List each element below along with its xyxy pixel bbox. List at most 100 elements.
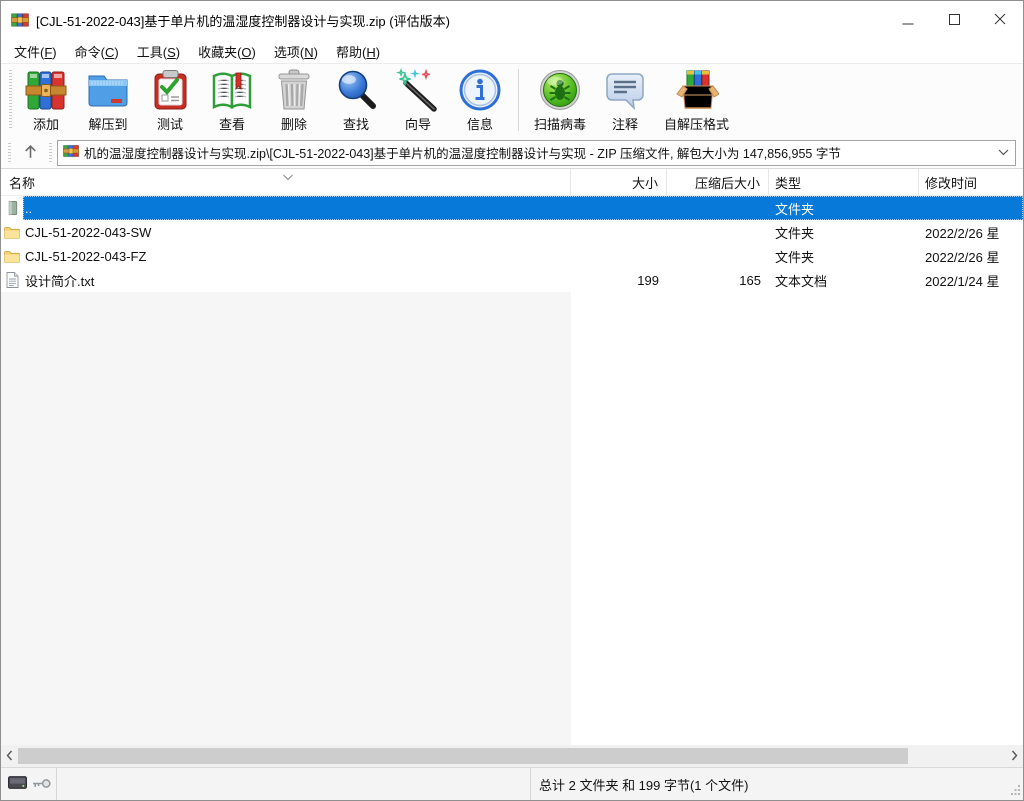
drive-icon xyxy=(7,776,27,792)
file-name: 设计简介.txt xyxy=(25,273,95,289)
file-list: .. 文件夹 CJL-51-2022-043-SW 文件夹 2022/2/26 … xyxy=(1,196,1023,745)
sort-indicator-icon xyxy=(282,169,294,184)
list-empty-right-panel xyxy=(571,292,1023,745)
archive-path-text: 机的温湿度控制器设计与实现.zip\[CJL-51-2022-043]基于单片机… xyxy=(84,147,841,161)
find-icon xyxy=(333,67,379,113)
scroll-left-icon xyxy=(6,749,13,764)
menu-tools[interactable]: 工具(S) xyxy=(128,40,189,63)
header-packed[interactable]: 压缩后大小 xyxy=(667,169,769,195)
status-icons xyxy=(1,768,57,800)
file-type: 文件夹 xyxy=(775,225,815,241)
list-empty-area xyxy=(1,292,1023,745)
view-button[interactable]: 查看 xyxy=(201,64,263,133)
add-icon xyxy=(23,67,69,113)
winrar-icon xyxy=(11,12,29,28)
file-size: 199 xyxy=(637,272,659,288)
info-button[interactable]: 信息 xyxy=(449,64,511,133)
header-size[interactable]: 大小 xyxy=(571,169,667,195)
info-icon xyxy=(457,67,503,113)
extract-label: 解压到 xyxy=(88,117,128,132)
wizard-icon xyxy=(395,67,441,113)
delete-icon xyxy=(271,67,317,113)
status-middle-section xyxy=(57,768,531,800)
file-modified: 2022/1/24 星 xyxy=(925,273,1000,289)
scroll-right-icon xyxy=(1011,749,1018,764)
file-name: .. xyxy=(25,200,33,216)
find-button[interactable]: 查找 xyxy=(325,64,387,133)
status-summary: 总计 2 文件夹 和 199 字节(1 个文件) xyxy=(539,777,749,793)
test-button[interactable]: 测试 xyxy=(139,64,201,133)
virus-scan-button[interactable]: 扫描病毒 xyxy=(526,64,594,133)
extract-button[interactable]: 解压到 xyxy=(77,64,139,133)
view-icon xyxy=(209,67,255,113)
menu-commands[interactable]: 命令(C) xyxy=(66,40,128,63)
info-label: 信息 xyxy=(466,117,493,132)
key-icon xyxy=(32,777,51,792)
toolbar-grip xyxy=(9,70,12,128)
file-packed: 165 xyxy=(739,272,761,288)
text-file-icon xyxy=(1,272,23,288)
address-row: 机的温湿度控制器设计与实现.zip\[CJL-51-2022-043]基于单片机… xyxy=(1,137,1023,169)
close-button[interactable] xyxy=(977,1,1023,39)
file-type: 文件夹 xyxy=(775,249,815,265)
row-folder-fz[interactable]: CJL-51-2022-043-FZ 文件夹 2022/2/26 星 xyxy=(1,244,1023,268)
file-modified: 2022/2/26 星 xyxy=(925,225,1000,241)
row-parent-dir[interactable]: .. 文件夹 xyxy=(1,196,1023,220)
status-bar: 总计 2 文件夹 和 199 字节(1 个文件) xyxy=(1,767,1023,800)
wizard-button[interactable]: 向导 xyxy=(387,64,449,133)
view-label: 查看 xyxy=(218,117,245,132)
scroll-left-button[interactable] xyxy=(1,745,18,767)
menu-bar: 文件(F) 命令(C) 工具(S) 收藏夹(O) 选项(N) 帮助(H) xyxy=(1,39,1023,63)
file-type: 文本文档 xyxy=(775,273,828,289)
folder-icon xyxy=(1,226,23,239)
file-name: CJL-51-2022-043-FZ xyxy=(25,248,147,264)
menu-favorites[interactable]: 收藏夹(O) xyxy=(189,40,265,63)
comment-button[interactable]: 注释 xyxy=(594,64,656,133)
up-button[interactable] xyxy=(15,140,45,166)
minimize-button[interactable] xyxy=(885,1,931,39)
address-grip-1 xyxy=(8,142,11,163)
sfx-label: 自解压格式 xyxy=(664,117,730,132)
wizard-label: 向导 xyxy=(404,117,431,132)
scrollbar-thumb[interactable] xyxy=(18,748,908,764)
file-name: CJL-51-2022-043-SW xyxy=(25,224,152,240)
menu-file[interactable]: 文件(F) xyxy=(5,40,66,63)
toolbar: 添加 解压到 测试 查看 删除 查找 向导 信息 扫描病毒 注释 自解压格式 xyxy=(1,63,1023,137)
menu-help[interactable]: 帮助(H) xyxy=(327,40,389,63)
horizontal-scrollbar[interactable] xyxy=(1,745,1023,767)
delete-button[interactable]: 删除 xyxy=(263,64,325,133)
sfx-icon xyxy=(674,67,720,113)
close-icon xyxy=(994,13,1006,28)
maximize-button[interactable] xyxy=(931,1,977,39)
list-empty-left-panel xyxy=(1,292,571,745)
header-type[interactable]: 类型 xyxy=(769,169,919,195)
folder-icon xyxy=(1,250,23,263)
virus-scan-label: 扫描病毒 xyxy=(534,117,587,132)
find-label: 查找 xyxy=(342,117,369,132)
header-modified[interactable]: 修改时间 xyxy=(919,169,1023,195)
up-folder-icon xyxy=(1,200,23,216)
combo-chevron-icon[interactable] xyxy=(996,149,1010,156)
add-label: 添加 xyxy=(32,117,59,132)
row-text-file[interactable]: 设计简介.txt 199 165 文本文档 2022/1/24 星 xyxy=(1,268,1023,292)
test-label: 测试 xyxy=(156,117,183,132)
add-button[interactable]: 添加 xyxy=(15,64,77,133)
extract-icon xyxy=(85,67,131,113)
archive-icon xyxy=(62,144,80,161)
column-headers: 名称 大小 压缩后大小 类型 修改时间 xyxy=(1,169,1023,196)
toolbar-separator xyxy=(518,69,519,131)
sfx-button[interactable]: 自解压格式 xyxy=(656,64,737,133)
title-bar: [CJL-51-2022-043]基于单片机的温湿度控制器设计与实现.zip (… xyxy=(1,1,1023,39)
resize-grip[interactable] xyxy=(1011,783,1021,798)
scroll-right-button[interactable] xyxy=(1006,745,1023,767)
row-folder-sw[interactable]: CJL-51-2022-043-SW 文件夹 2022/2/26 星 xyxy=(1,220,1023,244)
comment-label: 注释 xyxy=(612,117,639,132)
menu-options[interactable]: 选项(N) xyxy=(265,40,327,63)
comment-icon xyxy=(602,67,648,113)
virus-scan-icon xyxy=(537,67,583,113)
window-title: [CJL-51-2022-043]基于单片机的温湿度控制器设计与实现.zip (… xyxy=(36,13,450,29)
archive-path-combo[interactable]: 机的温湿度控制器设计与实现.zip\[CJL-51-2022-043]基于单片机… xyxy=(57,139,1016,166)
winrar-window: [CJL-51-2022-043]基于单片机的温湿度控制器设计与实现.zip (… xyxy=(0,0,1024,801)
test-icon xyxy=(147,67,193,113)
delete-label: 删除 xyxy=(280,117,307,132)
